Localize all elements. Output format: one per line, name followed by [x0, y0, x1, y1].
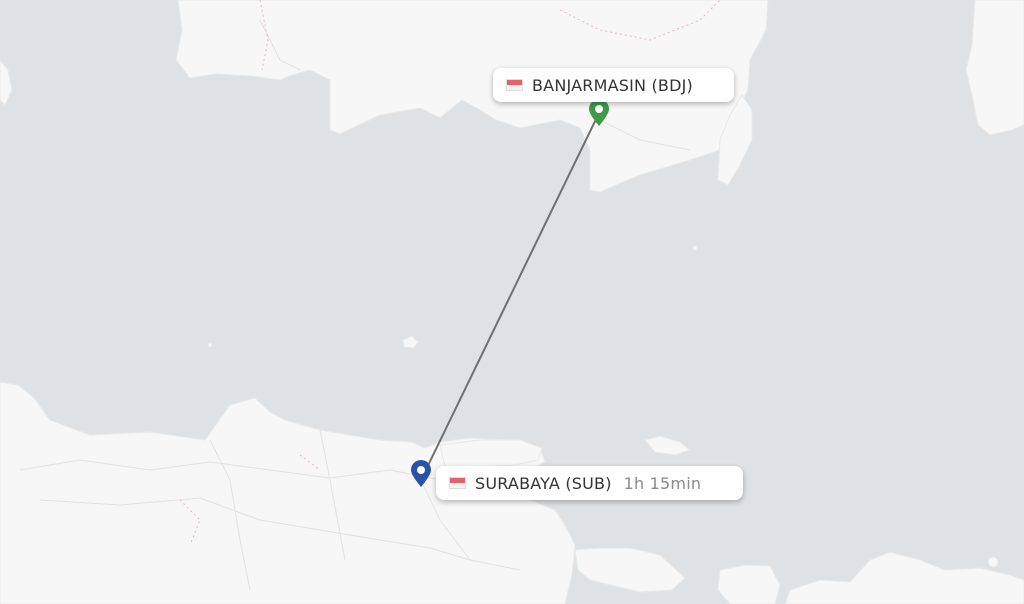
indonesia-flag-icon	[507, 80, 522, 90]
small-island	[987, 556, 999, 568]
pin-center	[417, 466, 425, 474]
kangean-island	[644, 435, 692, 456]
lombok-island	[717, 564, 781, 604]
west-island	[0, 59, 13, 106]
bali-island	[574, 547, 686, 593]
origin-label[interactable]: BANJARMASIN (BDJ)	[493, 68, 734, 102]
origin-airport-name: BANJARMASIN (BDJ)	[532, 75, 693, 95]
indonesia-flag-icon	[450, 478, 465, 488]
pin-center	[595, 105, 603, 113]
destination-label[interactable]: SURABAYA (SUB) 1h 15min	[436, 466, 743, 500]
small-island	[207, 342, 213, 348]
bawean-island	[402, 335, 419, 349]
flight-duration: 1h 15min	[623, 473, 702, 493]
destination-airport-name: SURABAYA (SUB)	[475, 473, 612, 493]
small-island	[692, 245, 698, 251]
sulawesi-land	[965, 0, 1024, 136]
flight-route-line	[420, 112, 600, 481]
